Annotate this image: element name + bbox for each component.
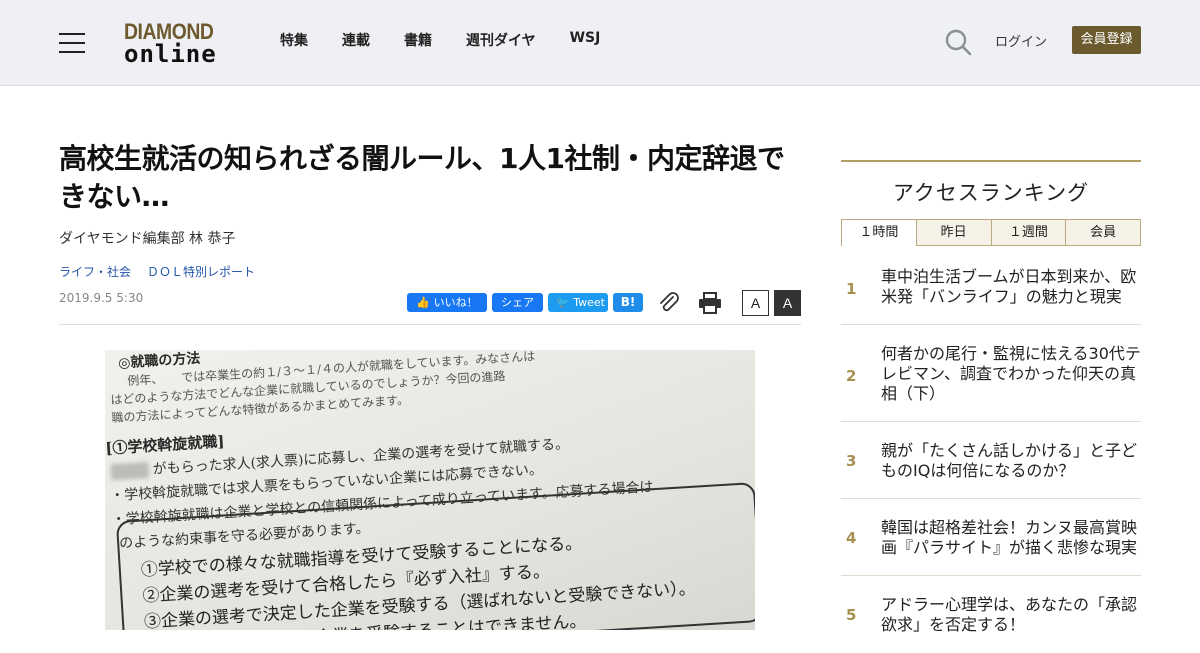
- font-size-large-button[interactable]: A: [774, 290, 801, 316]
- tweet-label: Tweet: [573, 296, 605, 309]
- category-link-life-society[interactable]: ライフ・社会: [59, 263, 131, 280]
- share-buttons: 👍 いいね！ シェア 🐦 Tweet B!: [407, 293, 648, 312]
- ranking-headline: 何者かの尾行・監視に怯える30代テレビマン、調査でわかった仰天の真相（下）: [881, 344, 1141, 403]
- facebook-like-button[interactable]: 👍 いいね！: [407, 293, 487, 312]
- site-header: DIAMOND online 特集 連載 書籍 週刊ダイヤ WSJ ログイン 会…: [0, 0, 1200, 86]
- divider: [59, 324, 801, 325]
- tab-members[interactable]: 会員: [1066, 219, 1141, 246]
- hatena-bookmark-button[interactable]: B!: [613, 293, 643, 312]
- thumbs-up-icon: 👍: [416, 296, 431, 309]
- print-icon[interactable]: [698, 292, 722, 314]
- twitter-bird-icon: 🐦: [556, 296, 570, 309]
- nav-item-series[interactable]: 連載: [342, 30, 370, 50]
- search-icon[interactable]: [944, 28, 972, 56]
- site-logo[interactable]: DIAMOND online: [124, 19, 228, 68]
- tab-1-hour[interactable]: １時間: [841, 219, 917, 246]
- sidebar-top-rule: [841, 160, 1141, 162]
- nav-item-features[interactable]: 特集: [280, 30, 308, 50]
- ranking-number: 2: [846, 367, 857, 385]
- ranking-headline: 韓国は超格差社会！カンヌ最高賞映画『パラサイト』が描く悲惨な現実: [881, 518, 1138, 557]
- login-link[interactable]: ログイン: [995, 31, 1047, 50]
- facebook-share-button[interactable]: シェア: [492, 293, 543, 312]
- ranking-headline: 親が「たくさん話しかける」と子どものIQは何倍になるのか？: [881, 441, 1138, 480]
- ranking-number: 5: [846, 606, 857, 624]
- main-nav: 特集 連載 書籍 週刊ダイヤ WSJ: [280, 30, 634, 50]
- font-size-small-button[interactable]: A: [742, 290, 769, 316]
- logo-bottom-text: online: [124, 40, 217, 68]
- nav-item-wsj[interactable]: WSJ: [570, 30, 601, 50]
- tweet-button[interactable]: 🐦 Tweet: [548, 293, 608, 312]
- article-photo: ◎就職の方法 例年、 では卒業生の約１/３～１/４の人が就職をしています。みなさ…: [105, 350, 755, 630]
- ranking-item[interactable]: 4 韓国は超格差社会！カンヌ最高賞映画『パラサイト』が描く悲惨な現実: [841, 499, 1141, 576]
- ranking-headline: 車中泊生活ブームが日本到来か、欧米発「バンライフ」の魅力と現実: [881, 267, 1137, 306]
- redacted-block: [110, 461, 150, 481]
- article-categories: ライフ・社会 ＤＯＬ特別レポート: [59, 263, 255, 280]
- article-title: 高校生就活の知られざる闇ルール、1人1社制・内定辞退できない…: [59, 142, 785, 213]
- ranking-number: 1: [846, 280, 857, 298]
- ranking-item[interactable]: 3 親が「たくさん話しかける」と子どものIQは何倍になるのか？: [841, 422, 1141, 499]
- facebook-like-label: いいね！: [433, 296, 478, 309]
- ranking-title: アクセスランキング: [892, 181, 1090, 205]
- article-date: 2019.9.5 5:30: [59, 291, 144, 305]
- ranking-number: 4: [846, 529, 857, 547]
- tab-yesterday[interactable]: 昨日: [916, 219, 992, 246]
- nav-item-weekly-diamond[interactable]: 週刊ダイヤ: [466, 30, 536, 50]
- category-link-dol-report[interactable]: ＤＯＬ特別レポート: [147, 263, 255, 280]
- ranking-item[interactable]: 1 車中泊生活ブームが日本到来か、欧米発「バンライフ」の魅力と現実: [841, 246, 1141, 325]
- ranking-list: 1 車中泊生活ブームが日本到来か、欧米発「バンライフ」の魅力と現実 2 何者かの…: [841, 246, 1141, 653]
- access-ranking-sidebar: アクセスランキング １時間 昨日 １週間 会員 1 車中泊生活ブームが日本到来か…: [841, 160, 1141, 634]
- photo-section-heading: [①学校斡旋就職]: [105, 432, 225, 458]
- clip-icon[interactable]: [658, 292, 680, 312]
- menu-icon[interactable]: [59, 33, 85, 53]
- ranking-item[interactable]: 2 何者かの尾行・監視に怯える30代テレビマン、調査でわかった仰天の真相（下）: [841, 325, 1141, 422]
- tab-1-week[interactable]: １週間: [991, 219, 1067, 246]
- article-byline: ダイヤモンド編集部 林 恭子: [59, 231, 236, 247]
- register-button[interactable]: 会員登録: [1072, 26, 1141, 54]
- nav-item-books[interactable]: 書籍: [404, 30, 432, 50]
- ranking-headline: アドラー心理学は、あなたの「承認欲求」を否定する！: [881, 595, 1138, 634]
- ranking-tabs: １時間 昨日 １週間 会員: [841, 219, 1141, 246]
- ranking-item[interactable]: 5 アドラー心理学は、あなたの「承認欲求」を否定する！: [841, 576, 1141, 653]
- ranking-number: 3: [846, 452, 857, 470]
